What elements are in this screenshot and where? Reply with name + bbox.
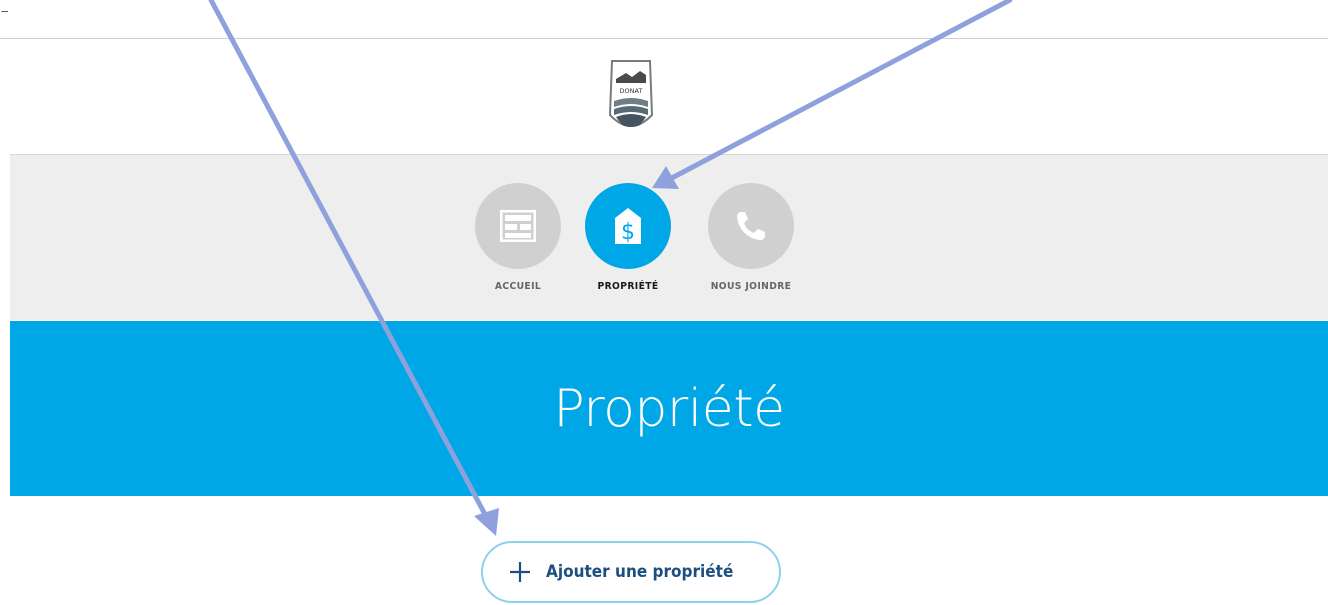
nav-circle-nous-joindre[interactable]	[708, 183, 794, 269]
nav-item-accueil[interactable]: ACCUEIL	[463, 183, 573, 292]
home-grid-icon	[500, 210, 536, 242]
nav-item-propriete[interactable]: $ PROPRIÉTÉ	[573, 183, 683, 292]
logo-text: DONAT	[620, 87, 643, 95]
logo-shield-icon: DONAT	[608, 60, 654, 127]
page-banner: Propriété	[10, 321, 1328, 496]
svg-text:$: $	[621, 220, 635, 245]
nav-label-accueil: ACCUEIL	[494, 281, 542, 292]
municipal-logo[interactable]: DONAT	[606, 57, 656, 139]
add-property-button[interactable]: Ajouter une propriété	[481, 541, 781, 603]
page-title: Propriété	[553, 379, 785, 439]
nav-label-nous-joindre: NOUS JOINDRE	[710, 281, 792, 292]
plus-icon	[509, 562, 530, 582]
house-dollar-icon: $	[615, 208, 641, 245]
annotation-arrowhead-add-button	[474, 508, 499, 536]
add-property-label: Ajouter une propriété	[545, 562, 734, 582]
top-strip: --	[0, 0, 1328, 39]
top-strip-marker: --	[1, 3, 9, 18]
nav-circle-propriete[interactable]: $	[585, 183, 671, 269]
phone-icon	[737, 212, 765, 240]
nav-circle-accueil[interactable]	[475, 183, 561, 269]
logo-bar: DONAT	[10, 39, 1328, 155]
nav-item-nous-joindre[interactable]: NOUS JOINDRE	[696, 183, 806, 292]
main-nav: ACCUEIL $ PROPRIÉTÉ NOUS JOINDRE	[10, 155, 1328, 320]
nav-label-propriete: PROPRIÉTÉ	[597, 281, 659, 292]
